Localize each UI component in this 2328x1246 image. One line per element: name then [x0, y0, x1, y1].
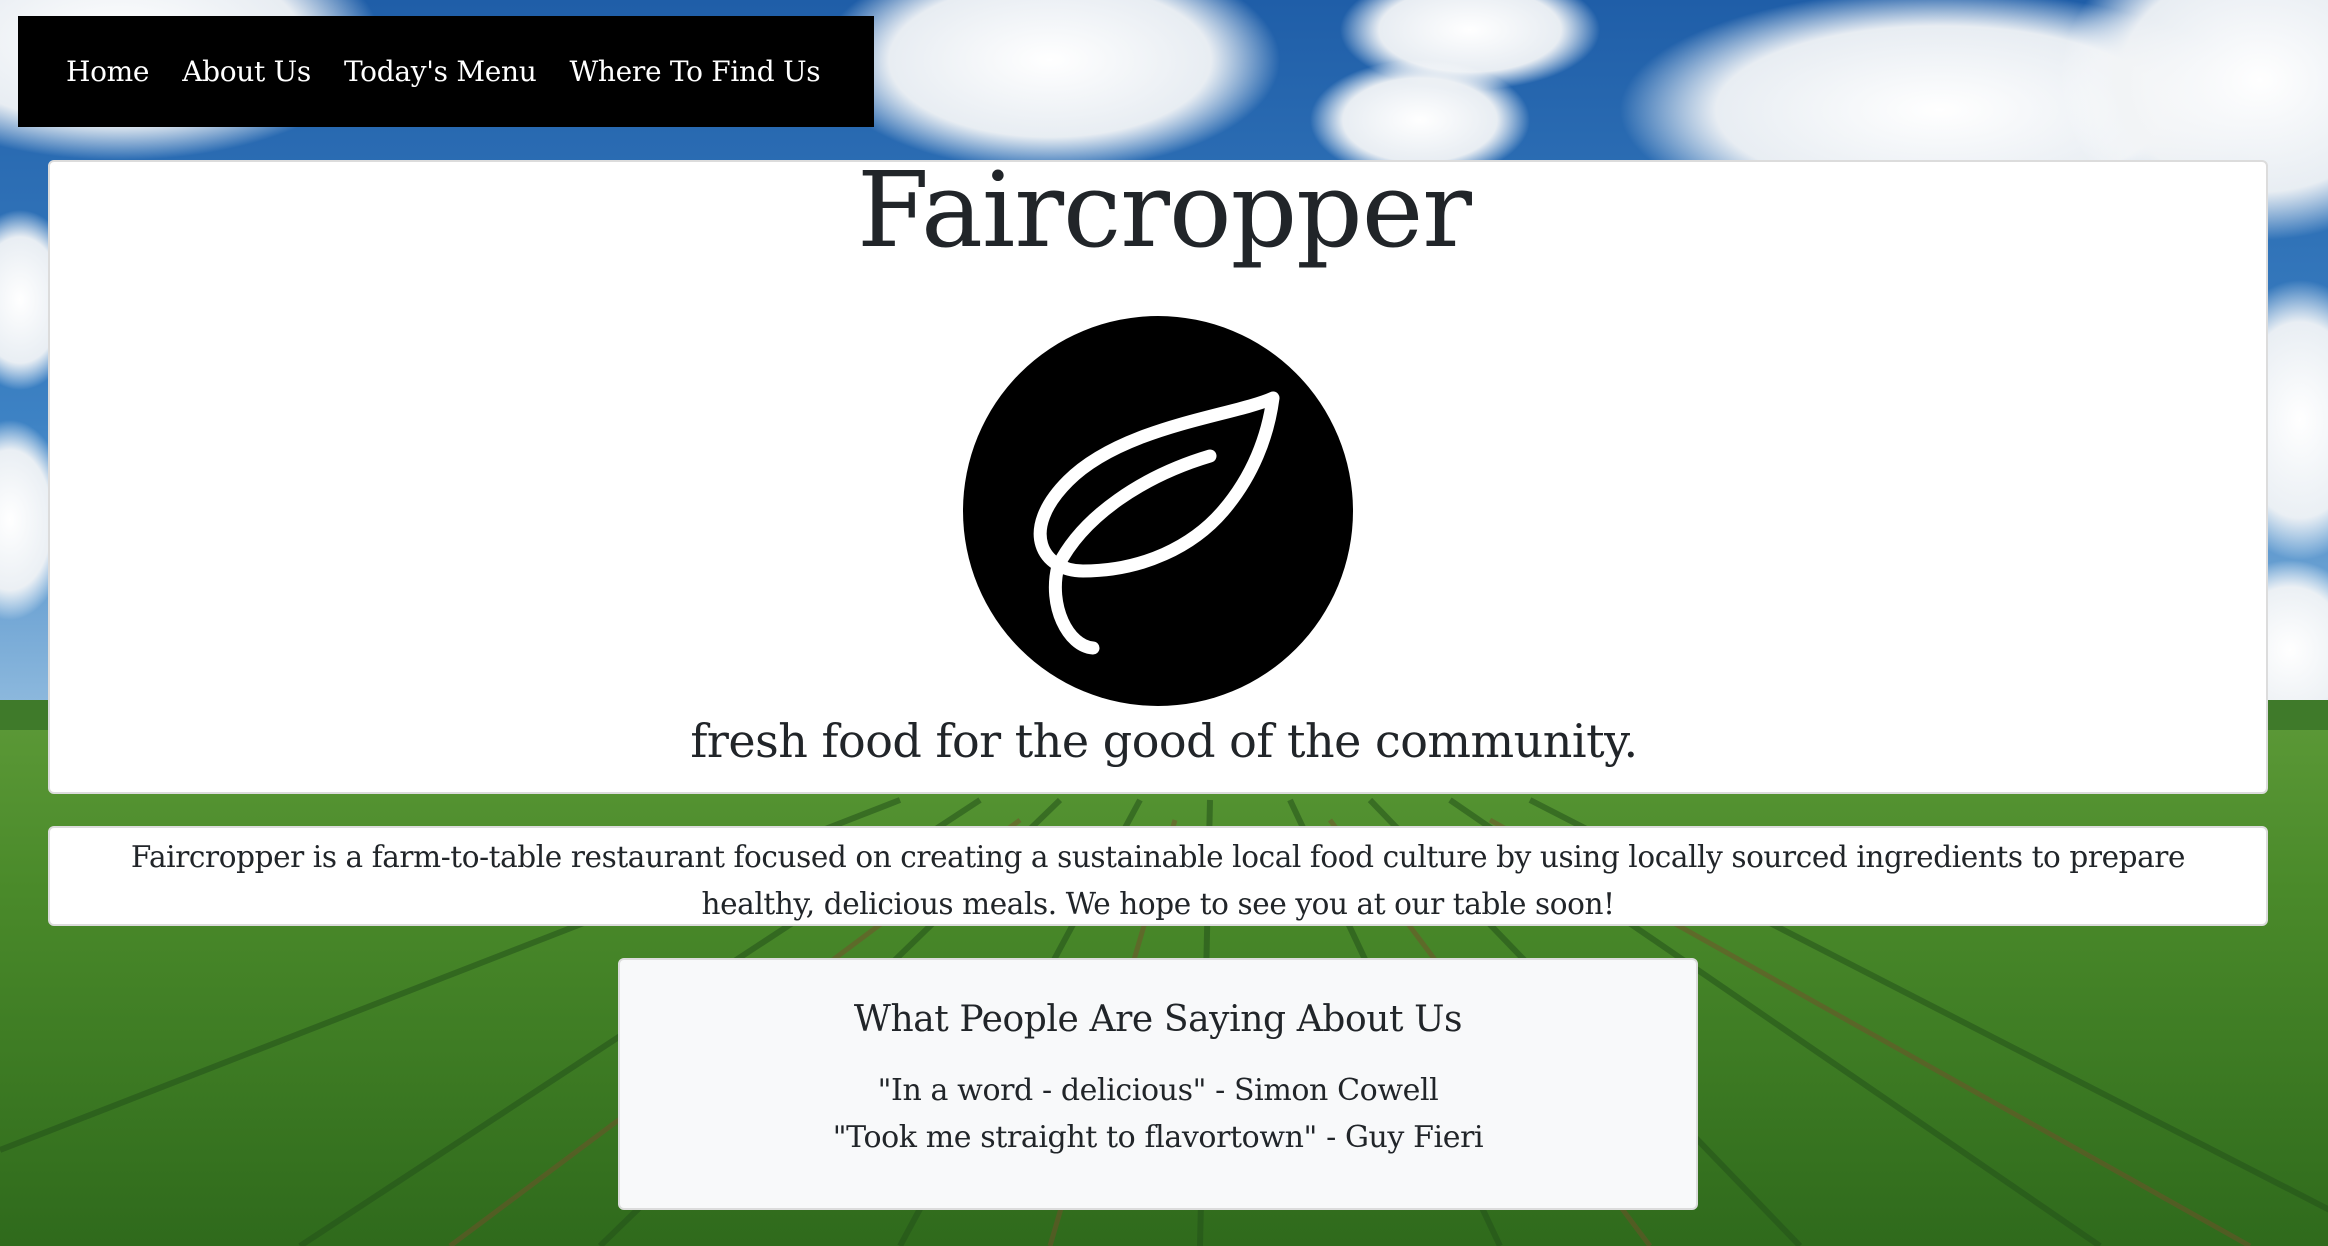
testimonials-card: What People Are Saying About Us "In a wo…: [618, 958, 1698, 1210]
about-card: Faircropper is a farm-to-table restauran…: [48, 826, 2268, 926]
site-title: Faircropper: [856, 149, 1472, 271]
nav-link-where-to-find-us[interactable]: Where To Find Us: [569, 55, 820, 88]
tagline: fresh food for the good of the community…: [690, 714, 1638, 768]
testimonials-heading: What People Are Saying About Us: [853, 999, 1463, 1040]
nav-link-home[interactable]: Home: [66, 55, 150, 88]
testimonials-list: "In a word - delicious" - Simon Cowell "…: [620, 1067, 1696, 1161]
nav-link-todays-menu[interactable]: Today's Menu: [344, 55, 537, 88]
top-navbar: Home About Us Today's Menu Where To Find…: [18, 16, 874, 127]
nav-link-about-us[interactable]: About Us: [182, 55, 311, 88]
leaf-icon: [963, 316, 1353, 706]
about-text: Faircropper is a farm-to-table restauran…: [130, 840, 2186, 921]
testimonial-quote: "Took me straight to flavortown" - Guy F…: [832, 1120, 1484, 1156]
testimonial-quote: "In a word - delicious" - Simon Cowell: [877, 1073, 1439, 1109]
